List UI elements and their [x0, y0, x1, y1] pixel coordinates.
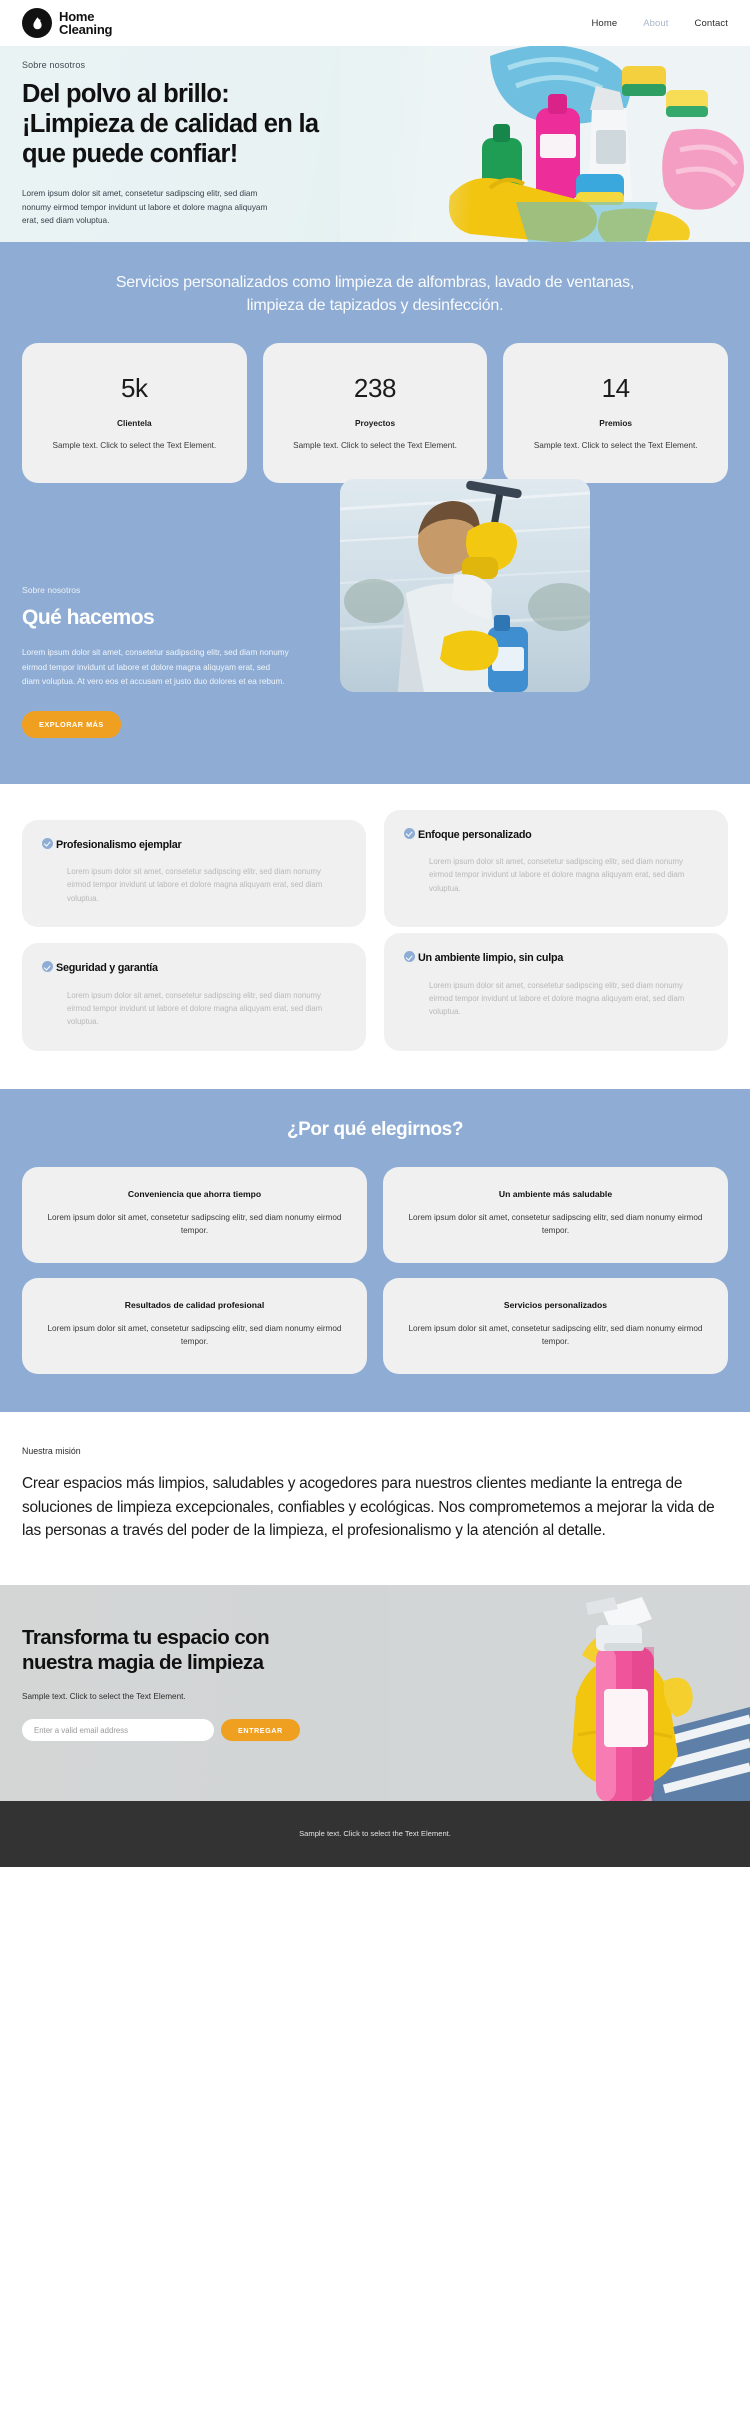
feature-card-seguridad: Seguridad y garantía Lorem ipsum dolor s… [22, 943, 366, 1051]
why-us-title: ¿Por qué elegirnos? [286, 1118, 464, 1140]
what-we-do-title: Qué hacemos [22, 606, 155, 630]
stat-number: 14 [601, 373, 631, 404]
stat-label: Premios [599, 418, 633, 429]
why-card-ambiente-saludable: Un ambiente más saludable Lorem ipsum do… [383, 1166, 728, 1264]
stat-description: Sample text. Click to select the Text El… [293, 441, 457, 451]
cta-section: Transforma tu espacio con nuestra magia … [0, 1584, 750, 1801]
feature-description: Lorem ipsum dolor sit amet, consetetur s… [429, 857, 685, 893]
why-us-grid: Conveniencia que ahorra tiempo Lorem ips… [22, 1166, 728, 1375]
hero-eyebrow: Sobre nosotros [22, 60, 86, 70]
feature-card-ambiente-limpio: Un ambiente limpio, sin culpa Lorem ipsu… [384, 933, 728, 1051]
feature-title: Un ambiente limpio, sin culpa [418, 952, 564, 965]
why-card-description: Lorem ipsum dolor sit amet, consetetur s… [408, 1212, 703, 1235]
why-card-description: Lorem ipsum dolor sit amet, consetetur s… [47, 1324, 342, 1347]
what-we-do-content: Sobre nosotros Qué hacemos Lorem ipsum d… [22, 523, 322, 738]
hero-section: Sobre nosotros Del polvo al brillo: ¡Lim… [0, 46, 750, 242]
check-circle-icon [42, 961, 53, 973]
what-we-do-eyebrow: Sobre nosotros [22, 585, 81, 596]
stat-description: Sample text. Click to select the Text El… [533, 441, 698, 451]
brand-name: Home Cleaning [59, 10, 112, 37]
why-us-section: ¿Por qué elegirnos? Conveniencia que aho… [0, 1088, 750, 1413]
explore-more-button[interactable]: EXPLORAR MÁS [22, 710, 121, 738]
site-footer: Sample text. Click to select the Text El… [0, 1800, 750, 1867]
feature-description: Lorem ipsum dolor sit amet, consetetur s… [67, 990, 323, 1027]
cta-image [390, 1584, 750, 1801]
why-card-title: Servicios personalizados [503, 1300, 608, 1311]
why-card-title: Resultados de calidad profesional [124, 1300, 265, 1311]
features-grid: Profesionalismo ejemplar Lorem ipsum dol… [22, 809, 728, 1051]
why-card-servicios: Servicios personalizados Lorem ipsum dol… [383, 1278, 728, 1375]
check-circle-icon [42, 837, 53, 849]
what-we-do-section: Sobre nosotros Qué hacemos Lorem ipsum d… [0, 479, 750, 784]
stat-card-clientela: 5k Clientela Sample text. Click to selec… [22, 343, 247, 484]
feature-title-row: Seguridad y garantía [42, 961, 346, 975]
hero-image-fade [340, 46, 750, 242]
nav-item-about[interactable]: About [643, 18, 668, 29]
brand-line-2: Cleaning [59, 22, 113, 37]
check-circle-icon [404, 951, 415, 963]
mission-eyebrow: Nuestra misión [22, 1446, 81, 1457]
water-droplet-icon [22, 8, 52, 38]
stat-label: Clientela [117, 418, 152, 429]
what-we-do-image [340, 479, 590, 693]
feature-card-profesionalismo: Profesionalismo ejemplar Lorem ipsum dol… [22, 819, 366, 928]
hero-title: Del polvo al brillo: ¡Limpieza de calida… [22, 80, 319, 168]
feature-title: Enfoque personalizado [418, 828, 532, 841]
cta-title: Transforma tu espacio con nuestra magia … [22, 1625, 270, 1675]
site-header: Home Cleaning Home About Contact [0, 0, 750, 46]
nav-item-home[interactable]: Home [591, 18, 617, 29]
landing-page: Home Cleaning Home About Contact Sobre n… [0, 0, 750, 1867]
feature-title-row: Enfoque personalizado [404, 827, 708, 842]
why-card-conveniencia: Conveniencia que ahorra tiempo Lorem ips… [22, 1166, 367, 1264]
stat-card-premios: 14 Premios Sample text. Click to select … [503, 343, 729, 484]
submit-button[interactable]: ENTREGAR [221, 1719, 300, 1742]
why-card-title: Conveniencia que ahorra tiempo [127, 1188, 262, 1199]
check-circle-icon [404, 827, 415, 839]
hero-description: Lorem ipsum dolor sit amet, consetetur s… [22, 189, 268, 226]
cta-description: Sample text. Click to select the Text El… [22, 1692, 186, 1702]
features-section: Profesionalismo ejemplar Lorem ipsum dol… [0, 783, 750, 1089]
stat-number: 5k [121, 373, 148, 404]
feature-card-enfoque: Enfoque personalizado Lorem ipsum dolor … [384, 809, 728, 928]
nav-item-contact[interactable]: Contact [695, 18, 728, 29]
why-card-description: Lorem ipsum dolor sit amet, consetetur s… [408, 1324, 703, 1347]
feature-description: Lorem ipsum dolor sit amet, consetetur s… [429, 980, 685, 1017]
mission-section: Nuestra misión Crear espacios más limpio… [0, 1412, 750, 1585]
mission-statement: Crear espacios más limpios, saludables y… [22, 1475, 715, 1540]
feature-title-row: Un ambiente limpio, sin culpa [404, 951, 708, 965]
what-we-do-description: Lorem ipsum dolor sit amet, consetetur s… [22, 648, 289, 686]
hero-image [340, 46, 750, 242]
newsletter-form: ENTREGAR [22, 1719, 330, 1742]
feature-title: Seguridad y garantía [56, 962, 158, 975]
why-card-resultados: Resultados de calidad profesional Lorem … [22, 1278, 367, 1375]
main-navigation: Home About Contact [591, 18, 728, 29]
brand-logo[interactable]: Home Cleaning [22, 8, 112, 38]
feature-description: Lorem ipsum dolor sit amet, consetetur s… [67, 867, 323, 903]
cta-content: Transforma tu espacio con nuestra magia … [0, 1585, 330, 1742]
footer-text: Sample text. Click to select the Text El… [299, 1829, 451, 1839]
stats-heading: Servicios personalizados como limpieza d… [115, 274, 635, 314]
stat-description: Sample text. Click to select the Text El… [52, 441, 217, 451]
email-input[interactable] [22, 1719, 214, 1742]
hero-content: Sobre nosotros Del polvo al brillo: ¡Lim… [0, 46, 330, 227]
feature-title-row: Profesionalismo ejemplar [42, 837, 346, 852]
why-card-description: Lorem ipsum dolor sit amet, consetetur s… [47, 1212, 342, 1235]
stat-number: 238 [353, 373, 397, 404]
feature-title: Profesionalismo ejemplar [56, 838, 182, 851]
stat-label: Proyectos [354, 418, 396, 429]
why-card-title: Un ambiente más saludable [498, 1188, 613, 1199]
stat-card-proyectos: 238 Proyectos Sample text. Click to sele… [262, 343, 488, 484]
cta-image-fade [390, 1584, 750, 1801]
